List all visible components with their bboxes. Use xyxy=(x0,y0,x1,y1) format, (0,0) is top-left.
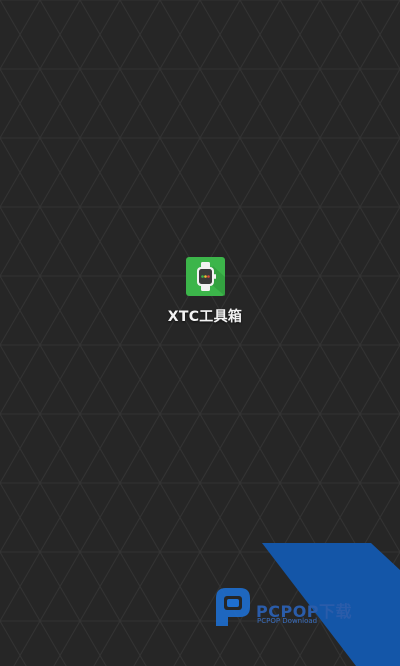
watermark-sub-text: PCPOP Download xyxy=(257,617,318,625)
smartwatch-icon xyxy=(186,257,225,296)
xtc-toolbox-app-icon[interactable] xyxy=(186,257,225,296)
xtc-toolbox-app-label[interactable]: XTC工具箱 xyxy=(150,306,260,326)
home-screen: XTC工具箱 PCPOP下载 PCPOP Download xyxy=(0,0,400,666)
triangle-pattern-wallpaper xyxy=(0,0,400,666)
